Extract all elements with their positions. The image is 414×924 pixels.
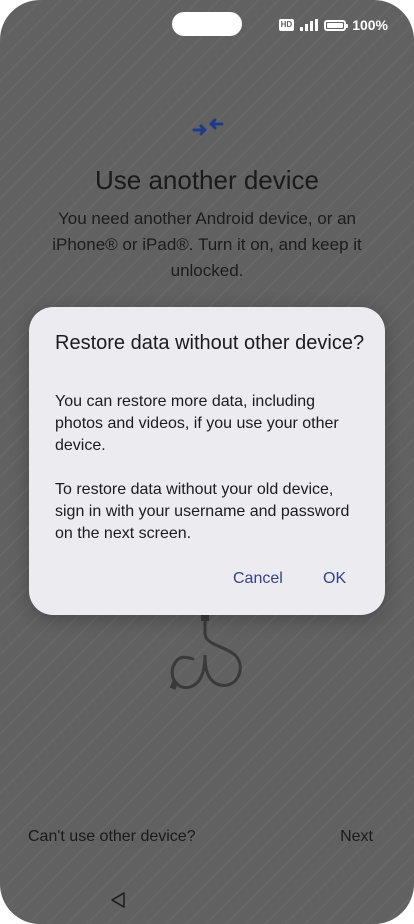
cant-use-other-device-link[interactable]: Can't use other device? <box>28 828 196 846</box>
camera-cutout <box>172 12 242 36</box>
dialog-paragraph: To restore data without your old device,… <box>55 481 350 542</box>
dialog-paragraph: You can restore more data, including pho… <box>55 393 339 454</box>
status-bar: HD 100% <box>278 14 388 36</box>
signal-icon <box>300 19 319 31</box>
dialog-body: You can restore more data, including pho… <box>55 391 365 567</box>
dialog-title: Restore data without other device? <box>55 332 365 354</box>
battery-percentage: 100% <box>352 17 388 33</box>
page-description: You need another Android device, or an i… <box>52 209 362 280</box>
transfer-arrows-icon <box>192 118 224 136</box>
device-screen: HD 100% Use another device You need anot… <box>0 0 414 924</box>
page-title: Use another device <box>94 165 320 195</box>
hd-badge: HD <box>278 19 295 31</box>
restore-dialog: Restore data without other device? You c… <box>29 307 385 615</box>
back-nav-icon[interactable] <box>109 891 127 909</box>
next-button[interactable]: Next <box>340 828 373 846</box>
battery-icon <box>324 19 349 31</box>
ok-button[interactable]: OK <box>323 570 346 588</box>
cable-illustration-icon <box>169 615 242 690</box>
cancel-button[interactable]: Cancel <box>233 570 283 588</box>
